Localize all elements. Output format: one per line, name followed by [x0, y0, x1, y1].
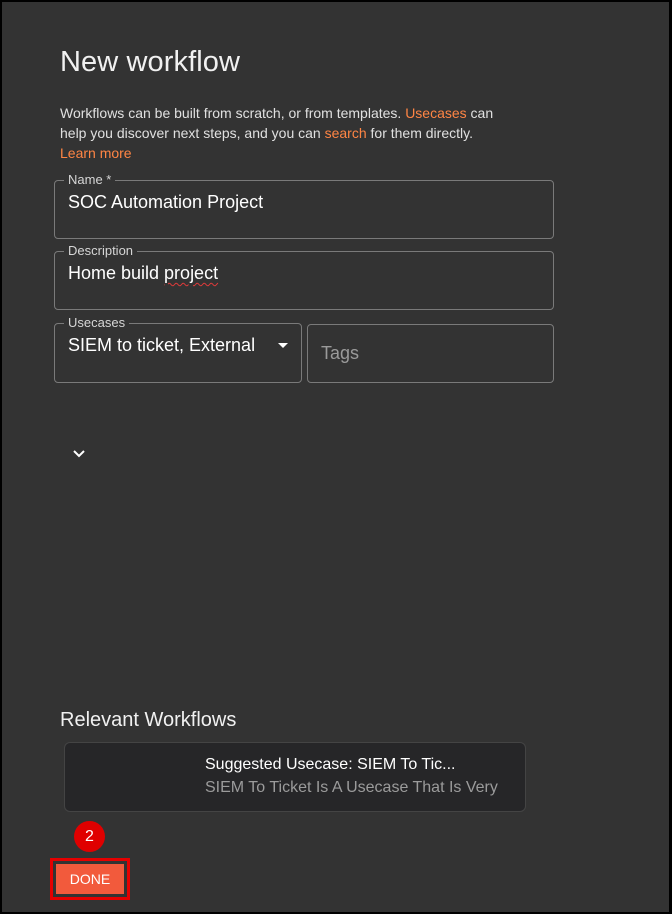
description-field-label: Description	[68, 243, 134, 258]
search-link[interactable]: search	[325, 125, 367, 141]
usecases-select[interactable]: Usecases SIEM to ticket, External	[54, 316, 302, 383]
name-field-value[interactable]: SOC Automation Project	[68, 191, 540, 213]
usecases-select-value[interactable]: SIEM to ticket, External	[68, 334, 288, 356]
relevant-workflow-title: Suggested Usecase: SIEM To Tic...	[205, 756, 456, 773]
relevant-workflows-title: Relevant Workflows	[60, 709, 237, 731]
done-button[interactable]: DONE	[56, 864, 124, 894]
name-field-label: Name *	[68, 172, 112, 187]
intro-text: Workflows can be built from scratch, or …	[60, 103, 510, 163]
intro-text-part1: Workflows can be built from scratch, or …	[60, 105, 406, 121]
intro-text-part3: for them directly.	[366, 125, 473, 141]
new-workflow-dialog: New workflow Workflows can be built from…	[2, 2, 669, 912]
learn-more-link[interactable]: Learn more	[60, 145, 132, 161]
caret-down-icon[interactable]	[278, 342, 288, 348]
usecases-selected-text: SIEM to ticket, External	[68, 335, 256, 355]
description-field[interactable]: Description Home build project	[54, 244, 554, 310]
tags-input[interactable]	[307, 324, 554, 383]
misspelled-word: project	[164, 263, 219, 283]
step-number-badge: 2	[74, 821, 105, 852]
chevron-down-icon[interactable]	[71, 445, 87, 461]
done-highlight-box: DONE	[50, 858, 130, 900]
name-field[interactable]: Name * SOC Automation Project	[54, 173, 554, 239]
dialog-title: New workflow	[60, 46, 241, 78]
description-text: Home build	[68, 263, 165, 283]
usecases-select-label: Usecases	[68, 315, 126, 330]
relevant-workflow-subtitle: SIEM To Ticket Is A Usecase That Is Very	[205, 779, 498, 796]
usecases-link[interactable]: Usecases	[405, 105, 466, 121]
description-field-value[interactable]: Home build project	[68, 262, 540, 284]
relevant-workflow-card[interactable]: Suggested Usecase: SIEM To Tic... SIEM T…	[64, 742, 526, 812]
